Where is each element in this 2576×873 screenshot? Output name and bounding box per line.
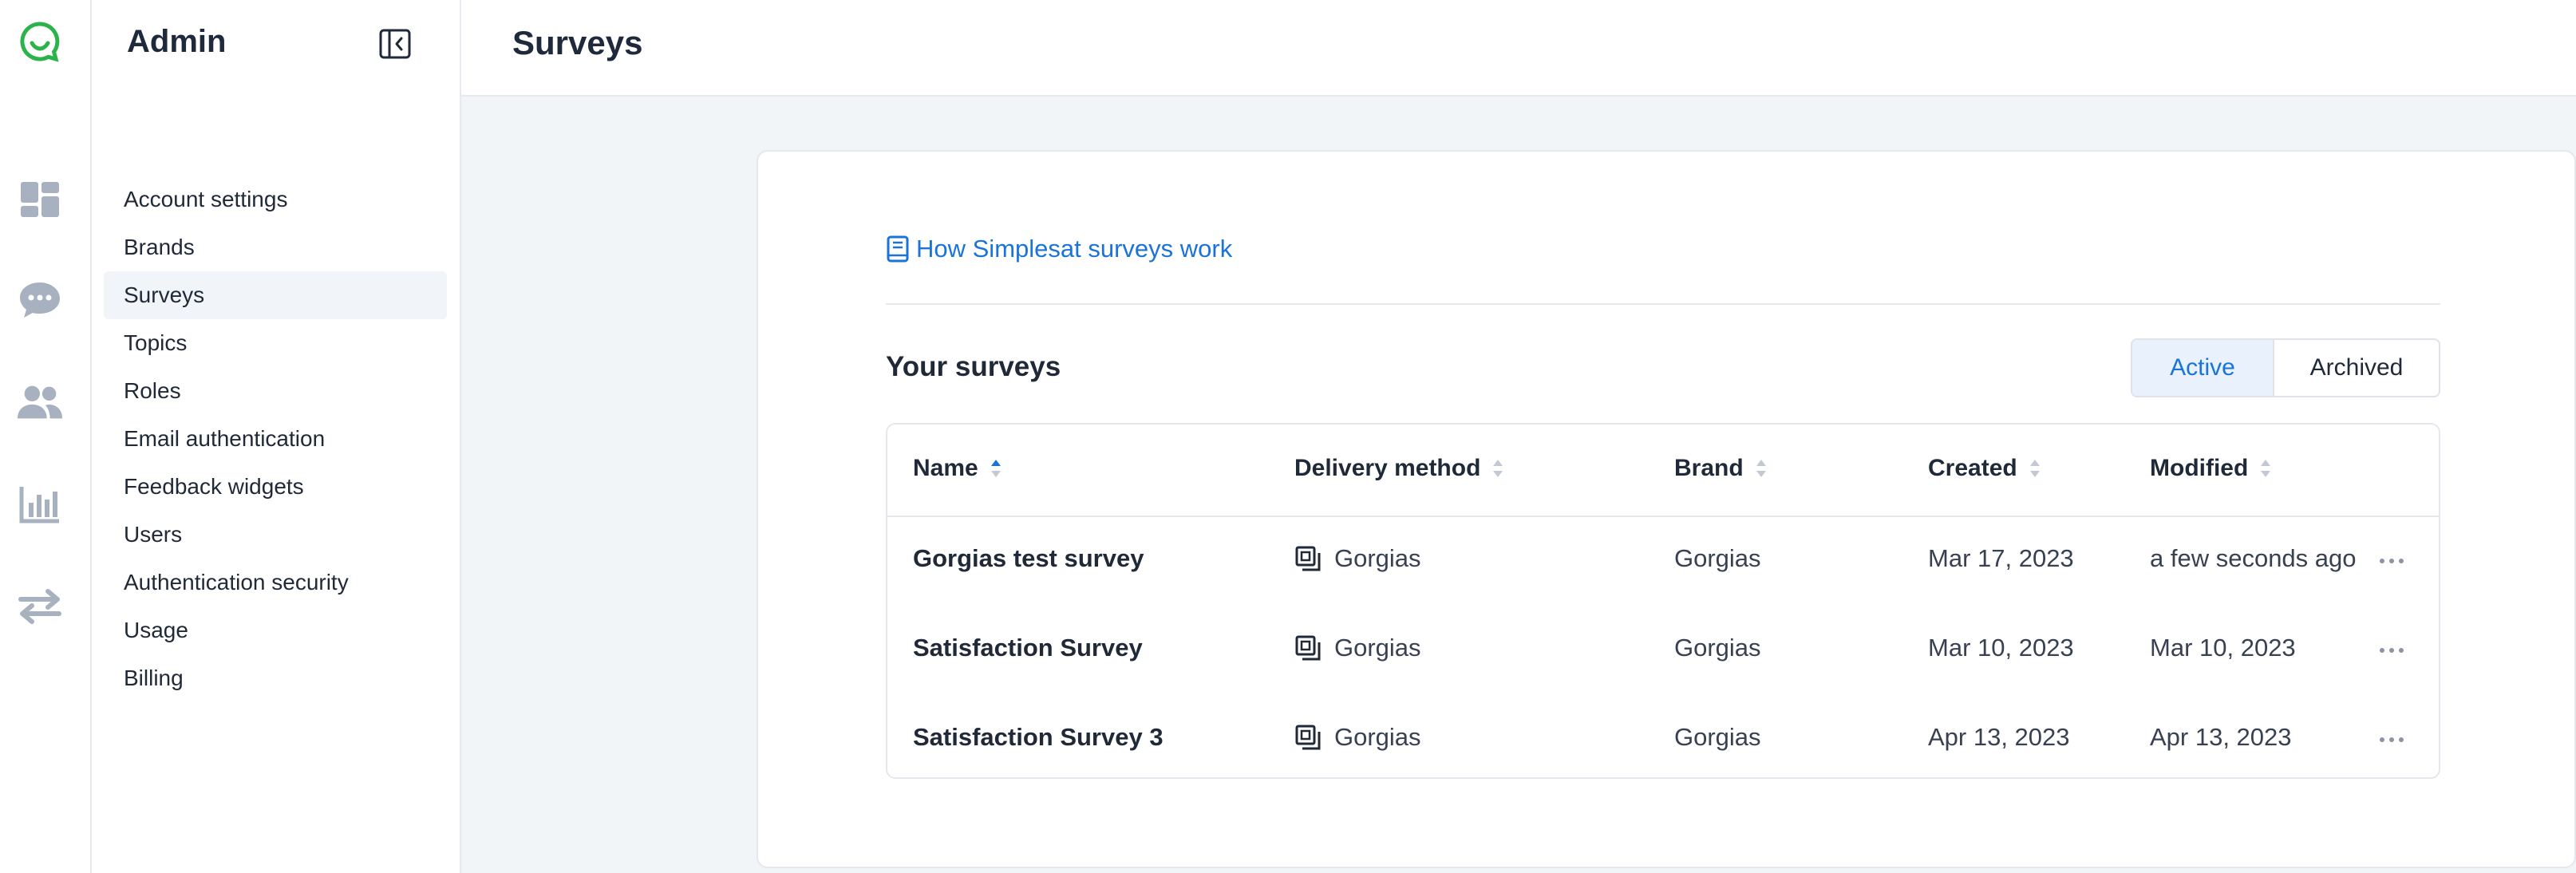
dashboard-icon[interactable] xyxy=(16,176,64,223)
brand-cell: Gorgias xyxy=(1674,723,1761,751)
survey-name[interactable]: Satisfaction Survey 3 xyxy=(913,723,1164,752)
row-actions-button[interactable] xyxy=(2372,630,2412,670)
delivery-method-cell: Gorgias xyxy=(1294,723,1421,752)
row-actions-button[interactable] xyxy=(2372,541,2412,581)
column-label: Modified xyxy=(2150,455,2249,481)
row-actions-button[interactable] xyxy=(2372,720,2412,760)
chat-logo-icon[interactable] xyxy=(16,18,64,65)
page-title: Surveys xyxy=(512,24,643,61)
sidebar-item-roles[interactable]: Roles xyxy=(104,367,447,415)
surveys-card: How Simplesat surveys work Your surveys … xyxy=(757,150,2576,868)
brand-cell: Gorgias xyxy=(1674,634,1761,662)
column-header-brand[interactable]: Brand xyxy=(1674,455,1768,482)
collapse-sidebar-button[interactable] xyxy=(375,24,415,64)
tab-archived[interactable]: Archived xyxy=(2274,340,2439,396)
analytics-icon[interactable] xyxy=(16,480,64,528)
column-label: Created xyxy=(1928,455,2017,481)
column-header-created[interactable]: Created xyxy=(1928,455,2041,482)
sidebar-item-email-authentication[interactable]: Email authentication xyxy=(104,415,447,463)
admin-nav: Account settings Brands Surveys Topics R… xyxy=(104,176,447,702)
sidebar-item-surveys[interactable]: Surveys xyxy=(104,271,447,319)
modified-cell: Mar 10, 2023 xyxy=(2150,634,2296,662)
delivery-method-cell: Gorgias xyxy=(1294,634,1421,662)
delivery-method: Gorgias xyxy=(1334,723,1421,751)
table-row[interactable]: Satisfaction Survey Gorgias Gorgias Mar … xyxy=(887,606,2439,696)
help-link-label: How Simplesat surveys work xyxy=(916,235,1233,263)
sort-icon xyxy=(1755,458,1768,479)
table-row[interactable]: Gorgias test survey Gorgias Gorgias Mar … xyxy=(887,517,2439,606)
more-options-icon xyxy=(2380,737,2404,742)
people-icon[interactable] xyxy=(16,378,64,426)
modified-cell: Apr 13, 2023 xyxy=(2150,723,2292,751)
section-title: Your surveys xyxy=(886,351,1061,382)
sidebar-item-authentication-security[interactable]: Authentication security xyxy=(104,559,447,606)
column-label: Delivery method xyxy=(1294,455,1481,481)
sidebar-item-topics[interactable]: Topics xyxy=(104,319,447,367)
delivery-channel-icon xyxy=(1295,546,1321,571)
sort-icon xyxy=(1491,458,1504,479)
delivery-method: Gorgias xyxy=(1334,634,1421,662)
column-label: Name xyxy=(913,455,978,481)
help-link[interactable]: How Simplesat surveys work xyxy=(886,235,1232,263)
page-header: Surveys xyxy=(461,0,2576,97)
sidebar-title: Admin xyxy=(127,24,227,59)
delivery-channel-icon xyxy=(1295,635,1321,661)
sort-icon xyxy=(2259,458,2272,479)
delivery-channel-icon xyxy=(1295,725,1321,750)
sidebar-collapse-icon xyxy=(379,29,411,59)
column-header-name[interactable]: Name xyxy=(913,455,1002,482)
sort-icon xyxy=(2029,458,2041,479)
book-icon xyxy=(887,235,909,263)
tab-active[interactable]: Active xyxy=(2132,340,2274,396)
delivery-method-cell: Gorgias xyxy=(1294,544,1421,573)
column-label: Brand xyxy=(1674,455,1744,481)
surveys-table: Name Delivery method Brand Created Modif… xyxy=(886,423,2440,779)
column-header-modified[interactable]: Modified xyxy=(2150,455,2272,482)
brand-cell: Gorgias xyxy=(1674,544,1761,572)
integrations-icon[interactable] xyxy=(16,583,64,630)
created-cell: Mar 17, 2023 xyxy=(1928,544,2074,572)
sidebar-item-account-settings[interactable]: Account settings xyxy=(104,176,447,223)
survey-status-tabs: Active Archived xyxy=(2131,338,2440,397)
delivery-method: Gorgias xyxy=(1334,544,1421,572)
sidebar-item-billing[interactable]: Billing xyxy=(104,654,447,702)
divider xyxy=(886,303,2440,305)
table-row[interactable]: Satisfaction Survey 3 Gorgias Gorgias Ap… xyxy=(887,696,2439,777)
created-cell: Apr 13, 2023 xyxy=(1928,723,2070,751)
more-options-icon xyxy=(2380,559,2404,563)
survey-name[interactable]: Satisfaction Survey xyxy=(913,634,1143,662)
more-options-icon xyxy=(2380,648,2404,653)
sidebar-item-users[interactable]: Users xyxy=(104,511,447,559)
sidebar-item-brands[interactable]: Brands xyxy=(104,223,447,271)
table-header: Name Delivery method Brand Created Modif… xyxy=(887,425,2439,517)
created-cell: Mar 10, 2023 xyxy=(1928,634,2074,662)
modified-cell: a few seconds ago xyxy=(2150,544,2357,572)
sort-ascending-icon xyxy=(990,458,1002,479)
conversations-icon[interactable] xyxy=(16,276,64,324)
column-header-delivery-method[interactable]: Delivery method xyxy=(1294,455,1504,482)
admin-sidebar: Admin Account settings Brands Surveys To… xyxy=(92,0,461,873)
icon-rail xyxy=(0,0,92,873)
survey-name[interactable]: Gorgias test survey xyxy=(913,544,1144,573)
sidebar-item-usage[interactable]: Usage xyxy=(104,606,447,654)
sidebar-item-feedback-widgets[interactable]: Feedback widgets xyxy=(104,463,447,511)
